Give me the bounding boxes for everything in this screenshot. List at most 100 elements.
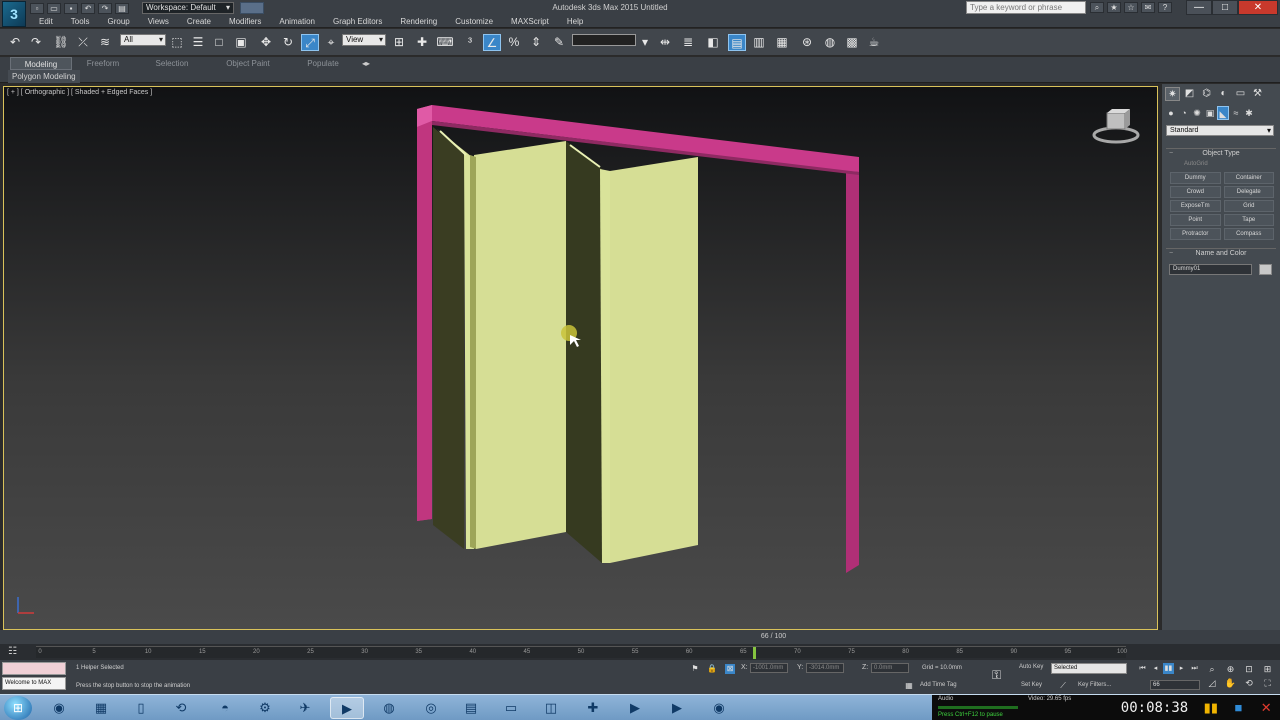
3ds-max-icon-3[interactable]: ▶ [660, 697, 694, 719]
app-icon-a[interactable]: ▤ [454, 697, 488, 719]
menu-customize[interactable]: Customize [446, 16, 502, 27]
time-slider-frame-display[interactable]: 66 / 100 [727, 631, 820, 642]
snaps-toggle-icon[interactable]: ³ [461, 34, 479, 51]
geometry-icon[interactable]: ● [1165, 106, 1177, 120]
rectangular-selection-icon[interactable]: □ [210, 34, 228, 51]
office-icon[interactable]: ◫ [534, 697, 568, 719]
door-panel-4[interactable] [610, 157, 698, 563]
object-color-swatch[interactable] [1259, 264, 1272, 275]
container-button[interactable]: Container [1223, 172, 1274, 184]
compass-button[interactable]: Compass [1223, 228, 1274, 240]
door-panel-3[interactable] [566, 141, 602, 563]
tab-freeform[interactable]: Freeform [74, 57, 132, 70]
zoom-extents-icon[interactable]: ⊡ [1242, 663, 1256, 675]
undo-icon[interactable]: ↶ [6, 34, 24, 51]
zoom-all-icon[interactable]: ⊕ [1224, 663, 1238, 675]
go-to-start-icon[interactable]: ⏮ [1137, 663, 1148, 674]
spinner-snap-icon[interactable]: ⇕ [527, 34, 545, 51]
display-tab-icon[interactable]: ▭ [1233, 87, 1248, 101]
layer-manager-icon[interactable]: ◧ [704, 34, 722, 51]
place-icon[interactable]: ⌖ [322, 34, 340, 51]
firefox-icon[interactable]: ◉ [42, 697, 76, 719]
menu-maxscript[interactable]: MAXScript [502, 16, 558, 27]
grid-button[interactable]: Grid [1223, 200, 1274, 212]
current-frame-input[interactable]: 66 [1150, 680, 1200, 690]
documents-app-icon[interactable]: ▯ [124, 697, 158, 719]
select-rotate-icon[interactable]: ↻ [279, 34, 297, 51]
undo-icon[interactable]: ↶ [81, 2, 95, 14]
orbit-icon[interactable]: ⟲ [1242, 677, 1256, 689]
excel-icon[interactable]: ✚ [576, 697, 610, 719]
helper-category-dropdown[interactable]: Standard [1166, 125, 1274, 136]
point-button[interactable]: Point [1170, 214, 1221, 226]
selection-lock-icon[interactable]: 🔒 [707, 664, 717, 674]
media-app-icon[interactable]: ⟲ [164, 697, 198, 719]
object-name-input[interactable]: Dummy01 [1169, 264, 1252, 275]
minimize-button[interactable]: — [1186, 0, 1212, 15]
tape-button[interactable]: Tape [1223, 214, 1274, 226]
subscription-icon[interactable]: ★ [1107, 2, 1121, 13]
selection-filter-dropdown[interactable]: All [120, 34, 166, 46]
create-tab-icon[interactable]: ✷ [1165, 87, 1180, 101]
previous-frame-icon[interactable]: ◂ [1150, 663, 1161, 674]
maxscript-listener-input[interactable] [2, 662, 66, 675]
door-panel-2[interactable] [474, 141, 566, 549]
reference-coord-dropdown[interactable]: View [342, 34, 386, 46]
isolate-icon[interactable]: ⚑ [690, 664, 700, 674]
save-file-icon[interactable]: ▪ [64, 2, 78, 14]
timeline-ruler[interactable]: 0 5 10 15 20 25 30 35 40 45 50 55 60 65 70 75 80 85 90 95 10… [36, 646, 1127, 659]
3ds-max-icon-2[interactable]: ▶ [618, 697, 652, 719]
percent-snap-icon[interactable]: % [505, 34, 523, 51]
maximize-button[interactable]: □ [1212, 0, 1238, 15]
render-setup-icon[interactable]: ▩ [843, 34, 861, 51]
tab-populate[interactable]: Populate [292, 57, 354, 70]
select-move-icon[interactable]: ✥ [257, 34, 275, 51]
folder-icon[interactable]: ▭ [494, 697, 528, 719]
maxscript-welcome-output[interactable]: Welcome to MAX [2, 677, 66, 690]
utilities-tab-icon[interactable]: ⚒ [1250, 87, 1265, 101]
add-time-tag-button[interactable]: Add Time Tag [920, 682, 957, 688]
schematic-view-icon[interactable]: ⊛ [798, 34, 816, 51]
link-icon[interactable]: ⛓ [52, 34, 70, 51]
default-in-out-tangent-icon[interactable]: ⟋ [1058, 681, 1068, 691]
window-crossing-icon[interactable]: ▣ [232, 34, 250, 51]
z-coord-field[interactable]: 0.0mm [871, 663, 909, 673]
explorer-icon[interactable]: ◍ [372, 697, 406, 719]
edit-named-selection-icon[interactable]: ✎ [550, 34, 568, 51]
x-coord-field[interactable]: -1001.0mm [750, 663, 788, 673]
help-icon[interactable]: ? [1158, 2, 1172, 13]
3ds-max-taskbar-icon[interactable]: ▶ [330, 697, 364, 719]
menu-modifiers[interactable]: Modifiers [220, 16, 270, 27]
ribbon-options-icon[interactable]: ◂▸ [358, 57, 374, 70]
tab-object-paint[interactable]: Object Paint [212, 57, 284, 70]
menu-edit[interactable]: Edit [30, 16, 62, 27]
cameras-icon[interactable]: ▣ [1204, 106, 1216, 120]
y-coord-field[interactable]: -3014.0mm [806, 663, 844, 673]
start-button-icon[interactable]: ⊞ [4, 696, 32, 720]
chrome-icon[interactable]: ◎ [414, 697, 448, 719]
menu-animation[interactable]: Animation [270, 16, 324, 27]
select-manipulate-icon[interactable]: ✚ [413, 34, 431, 51]
pause-recording-icon[interactable]: ▮▮ [1203, 700, 1219, 716]
new-file-icon[interactable]: ▫ [30, 2, 44, 14]
scene-explorer-icon[interactable]: ▤ [728, 34, 746, 51]
door-panel-1[interactable] [433, 127, 464, 549]
named-selection-field[interactable] [572, 34, 636, 46]
app-logo-icon[interactable]: 3 [2, 1, 26, 27]
select-scale-icon[interactable]: ⤢ [301, 34, 319, 51]
project-folder-icon[interactable]: ▤ [115, 2, 129, 14]
named-selection-dropdown-icon[interactable]: ▾ [636, 34, 654, 51]
curve-editor-icon[interactable]: ▦ [773, 34, 791, 51]
angle-snap-icon[interactable]: ∠ [483, 34, 501, 51]
tools-app-icon[interactable]: ⚙ [248, 697, 282, 719]
menu-group[interactable]: Group [98, 16, 138, 27]
space-warps-icon[interactable]: ≈ [1230, 106, 1242, 120]
delegate-button[interactable]: Delegate [1223, 186, 1274, 198]
unlink-icon[interactable]: ⤫ [74, 34, 92, 51]
menu-graph-editors[interactable]: Graph Editors [324, 16, 391, 27]
search-icon[interactable]: ⌕ [1090, 2, 1104, 13]
track-bar[interactable]: ☷ 0 5 10 15 20 25 30 35 40 45 50 55 60 65 70 75 80 85 90 95… [0, 644, 1280, 660]
select-by-name-icon[interactable]: ☰ [189, 34, 207, 51]
pivot-center-icon[interactable]: ⊞ [390, 34, 408, 51]
object-type-rollout[interactable]: Object Type [1166, 148, 1276, 159]
